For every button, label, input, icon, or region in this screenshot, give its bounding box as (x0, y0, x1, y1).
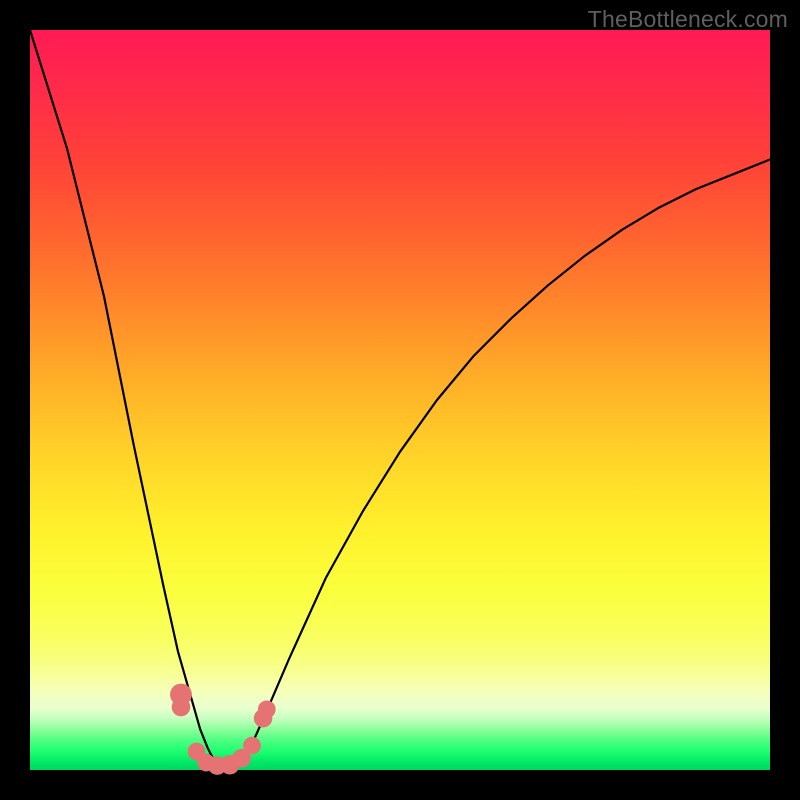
bottleneck-curve-path (30, 30, 770, 766)
watermark-text: TheBottleneck.com (588, 6, 788, 33)
curve-marker (243, 737, 261, 755)
chart-frame: TheBottleneck.com (0, 0, 800, 800)
plot-area (30, 30, 770, 770)
curve-marker (172, 698, 191, 717)
curve-svg (30, 30, 770, 770)
curve-markers (170, 684, 276, 775)
curve-marker (258, 700, 276, 718)
